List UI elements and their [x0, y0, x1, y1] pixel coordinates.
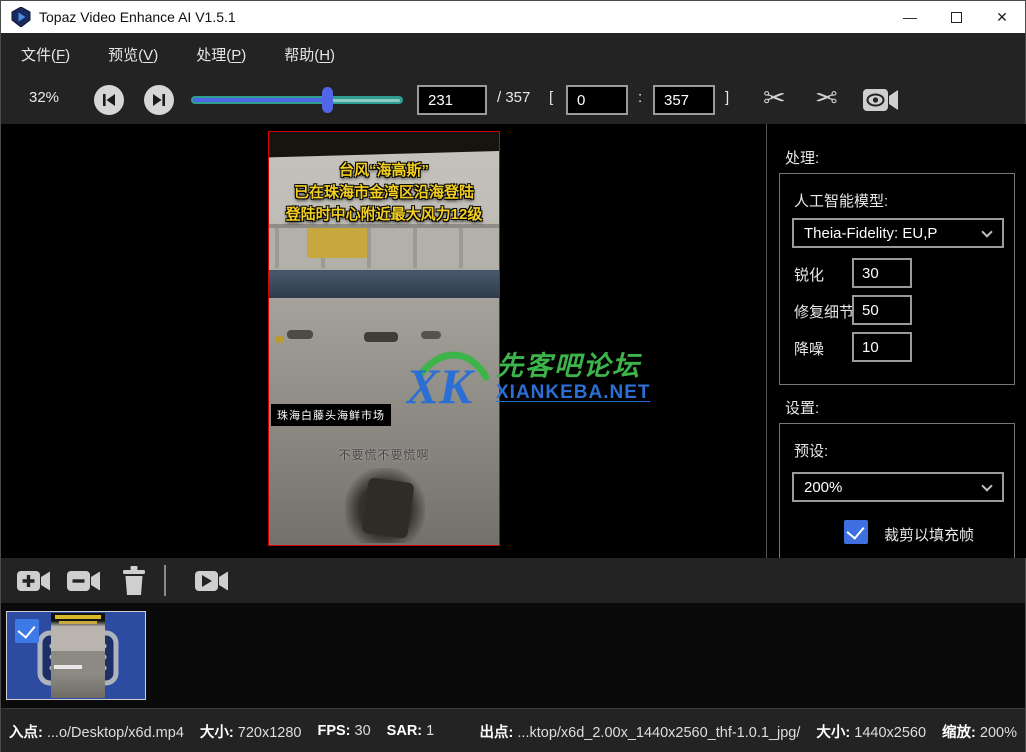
- add-video-icon[interactable]: [17, 567, 51, 594]
- status-inpoint: 入点: ...o/Desktop/x6d.mp4: [9, 721, 184, 742]
- video-headline: 台风“海高斯” 已在珠海市金湾区沿海登陆 登陆时中心附近最大风力12级: [269, 160, 499, 225]
- video-car: [287, 330, 313, 339]
- video-caption: 不要慌不要慌啊: [269, 446, 499, 463]
- watermark-site-url: XIANKEBA.NET: [496, 382, 651, 404]
- sharpen-input[interactable]: [852, 258, 912, 288]
- xk-logo-icon: X K: [406, 345, 490, 411]
- action-bar-divider: [164, 565, 166, 596]
- zoom-level: 32%: [29, 89, 59, 106]
- thumb-headline-stripe: [55, 615, 101, 619]
- process-video-icon[interactable]: [195, 567, 229, 594]
- maximize-button[interactable]: [933, 1, 979, 33]
- ai-model-label: 人工智能模型:: [794, 190, 888, 211]
- title-bar: Topaz Video Enhance AI V1.5.1 — ✕: [1, 1, 1025, 33]
- watermark-forum-name: 先客吧论坛: [496, 352, 651, 382]
- chevron-down-icon: [981, 226, 992, 237]
- menu-help[interactable]: 帮助(H): [278, 40, 341, 69]
- trim-start-input[interactable]: [566, 85, 628, 115]
- status-fps: FPS: 30: [317, 723, 370, 739]
- thumbnail-strip: [1, 603, 1025, 708]
- maximize-icon: [951, 12, 962, 23]
- svg-text:X: X: [406, 358, 441, 411]
- timeline-played: [193, 98, 328, 102]
- forum-watermark: X K 先客吧论坛 XIANKEBA.NET: [406, 345, 651, 411]
- skip-to-start-button[interactable]: [94, 85, 124, 115]
- thumbnail-image: [51, 613, 105, 698]
- trim-start-scissors-icon[interactable]: ✂: [763, 82, 786, 114]
- video-car: [421, 331, 441, 339]
- minimize-button[interactable]: —: [887, 1, 933, 33]
- video-yellow-sign: [307, 228, 367, 258]
- settings-panel: 处理: 人工智能模型: Theia-Fidelity: EU,P 锐化 修复细节…: [767, 124, 1026, 558]
- total-frames-label: / 357: [497, 89, 530, 106]
- sharpen-label: 锐化: [794, 264, 824, 285]
- timeline-remaining: [331, 99, 400, 102]
- preset-label: 预设:: [794, 440, 828, 461]
- status-bar: 入点: ...o/Desktop/x6d.mp4 大小: 720x1280 FP…: [1, 708, 1025, 752]
- video-thumbnail-selected[interactable]: [6, 611, 146, 700]
- chevron-down-icon: [981, 480, 992, 491]
- skip-end-icon: [152, 93, 166, 107]
- svg-text:K: K: [438, 358, 476, 411]
- trim-separator: :: [638, 89, 642, 106]
- video-car: [364, 332, 398, 342]
- settings-header: 设置:: [785, 397, 819, 418]
- video-bridge: [269, 224, 499, 268]
- app-window: Topaz Video Enhance AI V1.5.1 — ✕ 文件(F) …: [0, 0, 1026, 752]
- video-car: [275, 336, 284, 343]
- window-title: Topaz Video Enhance AI V1.5.1: [39, 9, 236, 25]
- trim-end-scissors-icon[interactable]: ✂: [815, 82, 838, 114]
- video-location-tag: 珠海白藤头海鲜市场: [271, 404, 391, 426]
- preset-dropdown[interactable]: 200%: [792, 472, 1004, 502]
- restore-detail-label: 修复细节: [794, 301, 854, 322]
- status-scale: 缩放: 200%: [942, 721, 1017, 742]
- menu-bar: 文件(F) 预览(V) 处理(P) 帮助(H): [1, 33, 1025, 76]
- thumbnail-checkbox[interactable]: [15, 619, 39, 643]
- ai-model-dropdown[interactable]: Theia-Fidelity: EU,P: [792, 218, 1004, 248]
- skip-start-icon: [102, 93, 116, 107]
- denoise-label: 降噪: [794, 338, 824, 359]
- crop-to-fill-checkbox[interactable]: [844, 520, 868, 544]
- video-debris: [361, 477, 414, 539]
- delete-trash-icon[interactable]: [121, 566, 147, 595]
- main-area: 台风“海高斯” 已在珠海市金湾区沿海登陆 登陆时中心附近最大风力12级 珠海白藤…: [1, 124, 1025, 558]
- skip-to-end-button[interactable]: [144, 85, 174, 115]
- preview-camera-icon[interactable]: [863, 88, 899, 112]
- timeline-handle[interactable]: [322, 87, 333, 113]
- app-logo-icon: [11, 7, 31, 27]
- status-output-size: 大小: 1440x2560: [816, 721, 926, 742]
- status-outpoint: 出点: ...ktop/x6d_2.00x_1440x2560_thf-1.0.…: [480, 721, 801, 742]
- bracket-open: [: [549, 89, 553, 106]
- thumb-caption-stripe: [54, 665, 82, 669]
- ai-model-value: Theia-Fidelity: EU,P: [804, 225, 937, 242]
- window-controls: — ✕: [887, 1, 1025, 33]
- menu-preview[interactable]: 预览(V): [102, 40, 164, 69]
- playback-toolbar: 32% / 357 [ : ] ✂ ✂: [1, 76, 1025, 124]
- status-sar: SAR: 1: [387, 723, 435, 739]
- ai-model-group: 人工智能模型: Theia-Fidelity: EU,P 锐化 修复细节 降噪: [779, 173, 1015, 385]
- denoise-input[interactable]: [852, 332, 912, 362]
- video-preview: 台风“海高斯” 已在珠海市金湾区沿海登陆 登陆时中心附近最大风力12级 珠海白藤…: [268, 131, 500, 546]
- video-blue-wall: [269, 270, 499, 298]
- menu-file[interactable]: 文件(F): [15, 40, 76, 69]
- status-input-size: 大小: 720x1280: [200, 721, 302, 742]
- timeline-slider[interactable]: [191, 96, 403, 104]
- video-roof-band: [268, 131, 500, 158]
- restore-detail-input[interactable]: [852, 295, 912, 325]
- thumb-headline-stripe: [59, 621, 97, 624]
- crop-to-fill-label: 裁剪以填充帧: [884, 524, 974, 545]
- trim-end-input[interactable]: [653, 85, 715, 115]
- current-frame-input[interactable]: [417, 85, 487, 115]
- bracket-close: ]: [725, 89, 729, 106]
- remove-video-icon[interactable]: [67, 567, 101, 594]
- preset-group: 预设: 200% 裁剪以填充帧: [779, 423, 1015, 558]
- processing-header: 处理:: [785, 147, 819, 168]
- video-action-bar: [1, 558, 1025, 603]
- menu-process[interactable]: 处理(P): [190, 40, 252, 69]
- close-button[interactable]: ✕: [979, 1, 1025, 33]
- preset-value: 200%: [804, 479, 842, 496]
